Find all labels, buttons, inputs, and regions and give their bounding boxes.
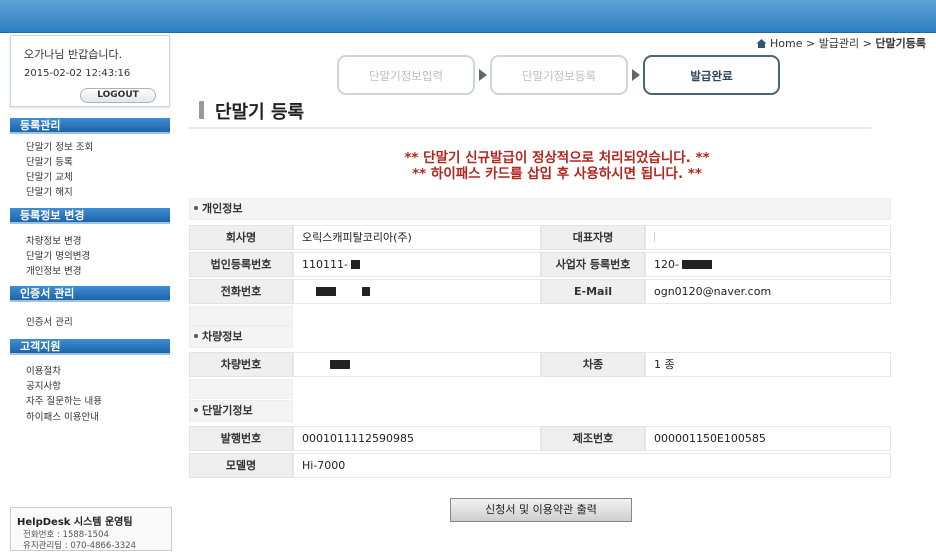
step-issue-complete: 발급완료 bbox=[643, 55, 780, 95]
login-time: 2015-02-02 12:43:16 bbox=[24, 68, 131, 79]
plate-value bbox=[293, 352, 541, 377]
instruction-message: ** 하이패스 카드를 삽입 후 사용하시면 됩니다. ** bbox=[412, 166, 702, 182]
ceo-value bbox=[645, 225, 891, 250]
menu-item-device-cancel[interactable]: 단말기 해지 bbox=[26, 184, 73, 198]
section-device-title: 단말기정보 bbox=[202, 404, 253, 417]
sidebar: 오가나님 반갑습니다. 2015-02-02 12:43:16 LOGOUT 등… bbox=[8, 33, 174, 553]
breadcrumb-separator: > bbox=[862, 37, 872, 50]
issue-no-label: 발행번호 bbox=[189, 426, 293, 451]
menu-item-hipass-guide[interactable]: 하이패스 이용안내 bbox=[26, 409, 99, 423]
table-row: 차량번호 차종 1 종 bbox=[189, 352, 891, 379]
logout-button[interactable]: LOGOUT bbox=[80, 88, 156, 103]
greeting-text: 오가나님 반갑습니다. bbox=[24, 48, 123, 61]
step-device-register: 단말기정보등록 bbox=[490, 55, 628, 95]
home-icon[interactable] bbox=[756, 39, 767, 48]
top-header-bar bbox=[0, 0, 936, 33]
page-title: 단말기 등록 bbox=[215, 102, 305, 123]
biz-no-label: 사업자 등록번호 bbox=[541, 252, 645, 277]
print-application-button[interactable]: 신청서 및 이용약관 출력 bbox=[450, 498, 632, 522]
biz-no-value: 120- bbox=[645, 252, 891, 277]
issue-no-value: 0001011112590985 bbox=[293, 426, 541, 451]
section-device: 단말기정보 bbox=[189, 400, 293, 422]
menu-item-owner-change[interactable]: 단말기 명의변경 bbox=[26, 248, 90, 262]
section-vehicle-title: 차량정보 bbox=[202, 330, 243, 343]
email-label: E-Mail bbox=[541, 279, 645, 304]
table-row: 회사명 오릭스캐피탈코리아(주) 대표자명 bbox=[189, 225, 891, 252]
serial-value: 000001150E100585 bbox=[645, 426, 891, 451]
menu-item-vehicle-change[interactable]: 차량정보 변경 bbox=[26, 233, 81, 247]
menu-header-support[interactable]: 고객지원 bbox=[10, 339, 170, 355]
menu-item-notice[interactable]: 공지사항 bbox=[26, 378, 61, 392]
model-label: 모델명 bbox=[189, 453, 293, 478]
table-row: 법인등록번호 110111- 사업자 등록번호 120- bbox=[189, 252, 891, 279]
section-personal-title: 개인정보 bbox=[202, 202, 243, 215]
menu-header-certificate[interactable]: 인증서 관리 bbox=[10, 286, 170, 302]
helpdesk-maintenance: 유지관리팀 : 070-4866-3324 bbox=[23, 541, 136, 551]
breadcrumb-home[interactable]: Home bbox=[770, 37, 802, 50]
corp-no-label: 법인등록번호 bbox=[189, 252, 293, 277]
breadcrumb-current: 단말기등록 bbox=[875, 37, 926, 50]
model-value: Hi-7000 bbox=[293, 453, 891, 478]
section-vehicle: 차량정보 bbox=[189, 326, 293, 348]
title-divider bbox=[189, 127, 871, 129]
menu-item-certificate[interactable]: 인증서 관리 bbox=[26, 314, 73, 328]
phone-value bbox=[293, 279, 541, 304]
menu-item-personal-change[interactable]: 개인정보 변경 bbox=[26, 263, 81, 277]
step-arrow-icon bbox=[479, 69, 487, 81]
serial-label: 제조번호 bbox=[541, 426, 645, 451]
bullet-icon bbox=[194, 206, 198, 210]
menu-item-procedure[interactable]: 이용절차 bbox=[26, 363, 61, 377]
login-box: 오가나님 반갑습니다. 2015-02-02 12:43:16 LOGOUT bbox=[10, 35, 170, 107]
email-value: ogn0120@naver.com bbox=[645, 279, 891, 304]
table-row: 전화번호 E-Mail ogn0120@naver.com bbox=[189, 279, 891, 306]
step-arrow-icon bbox=[632, 69, 640, 81]
ceo-label: 대표자명 bbox=[541, 225, 645, 250]
menu-header-info-change[interactable]: 등록정보 변경 bbox=[10, 208, 170, 224]
bullet-icon bbox=[194, 334, 198, 338]
table-spacer bbox=[189, 379, 293, 399]
vehicle-type-label: 차종 bbox=[541, 352, 645, 377]
bullet-icon bbox=[194, 408, 198, 412]
helpdesk-title: HelpDesk 시스템 운영팀 bbox=[17, 517, 133, 528]
vehicle-type-value: 1 종 bbox=[645, 352, 891, 377]
company-value: 오릭스캐피탈코리아(주) bbox=[293, 225, 541, 250]
breadcrumb-level1[interactable]: 발급관리 bbox=[819, 37, 859, 50]
step-device-input: 단말기정보입력 bbox=[337, 55, 475, 95]
breadcrumb: Home > 발급관리 > 단말기등록 bbox=[756, 35, 926, 51]
plate-label: 차량번호 bbox=[189, 352, 293, 377]
section-personal: 개인정보 bbox=[189, 198, 891, 220]
menu-item-faq[interactable]: 자주 질문하는 내용 bbox=[26, 393, 102, 407]
table-spacer bbox=[189, 306, 293, 326]
table-row: 발행번호 0001011112590985 제조번호 000001150E100… bbox=[189, 426, 891, 453]
corp-no-value: 110111- bbox=[293, 252, 541, 277]
menu-header-registration[interactable]: 등록관리 bbox=[10, 118, 170, 134]
company-label: 회사명 bbox=[189, 225, 293, 250]
helpdesk-box: HelpDesk 시스템 운영팀 전화번호 : 1588-1504 유지관리팀 … bbox=[10, 507, 172, 551]
breadcrumb-separator: > bbox=[805, 37, 816, 50]
phone-label: 전화번호 bbox=[189, 279, 293, 304]
title-bar-icon bbox=[199, 101, 204, 119]
table-row: 모델명 Hi-7000 bbox=[189, 453, 891, 480]
